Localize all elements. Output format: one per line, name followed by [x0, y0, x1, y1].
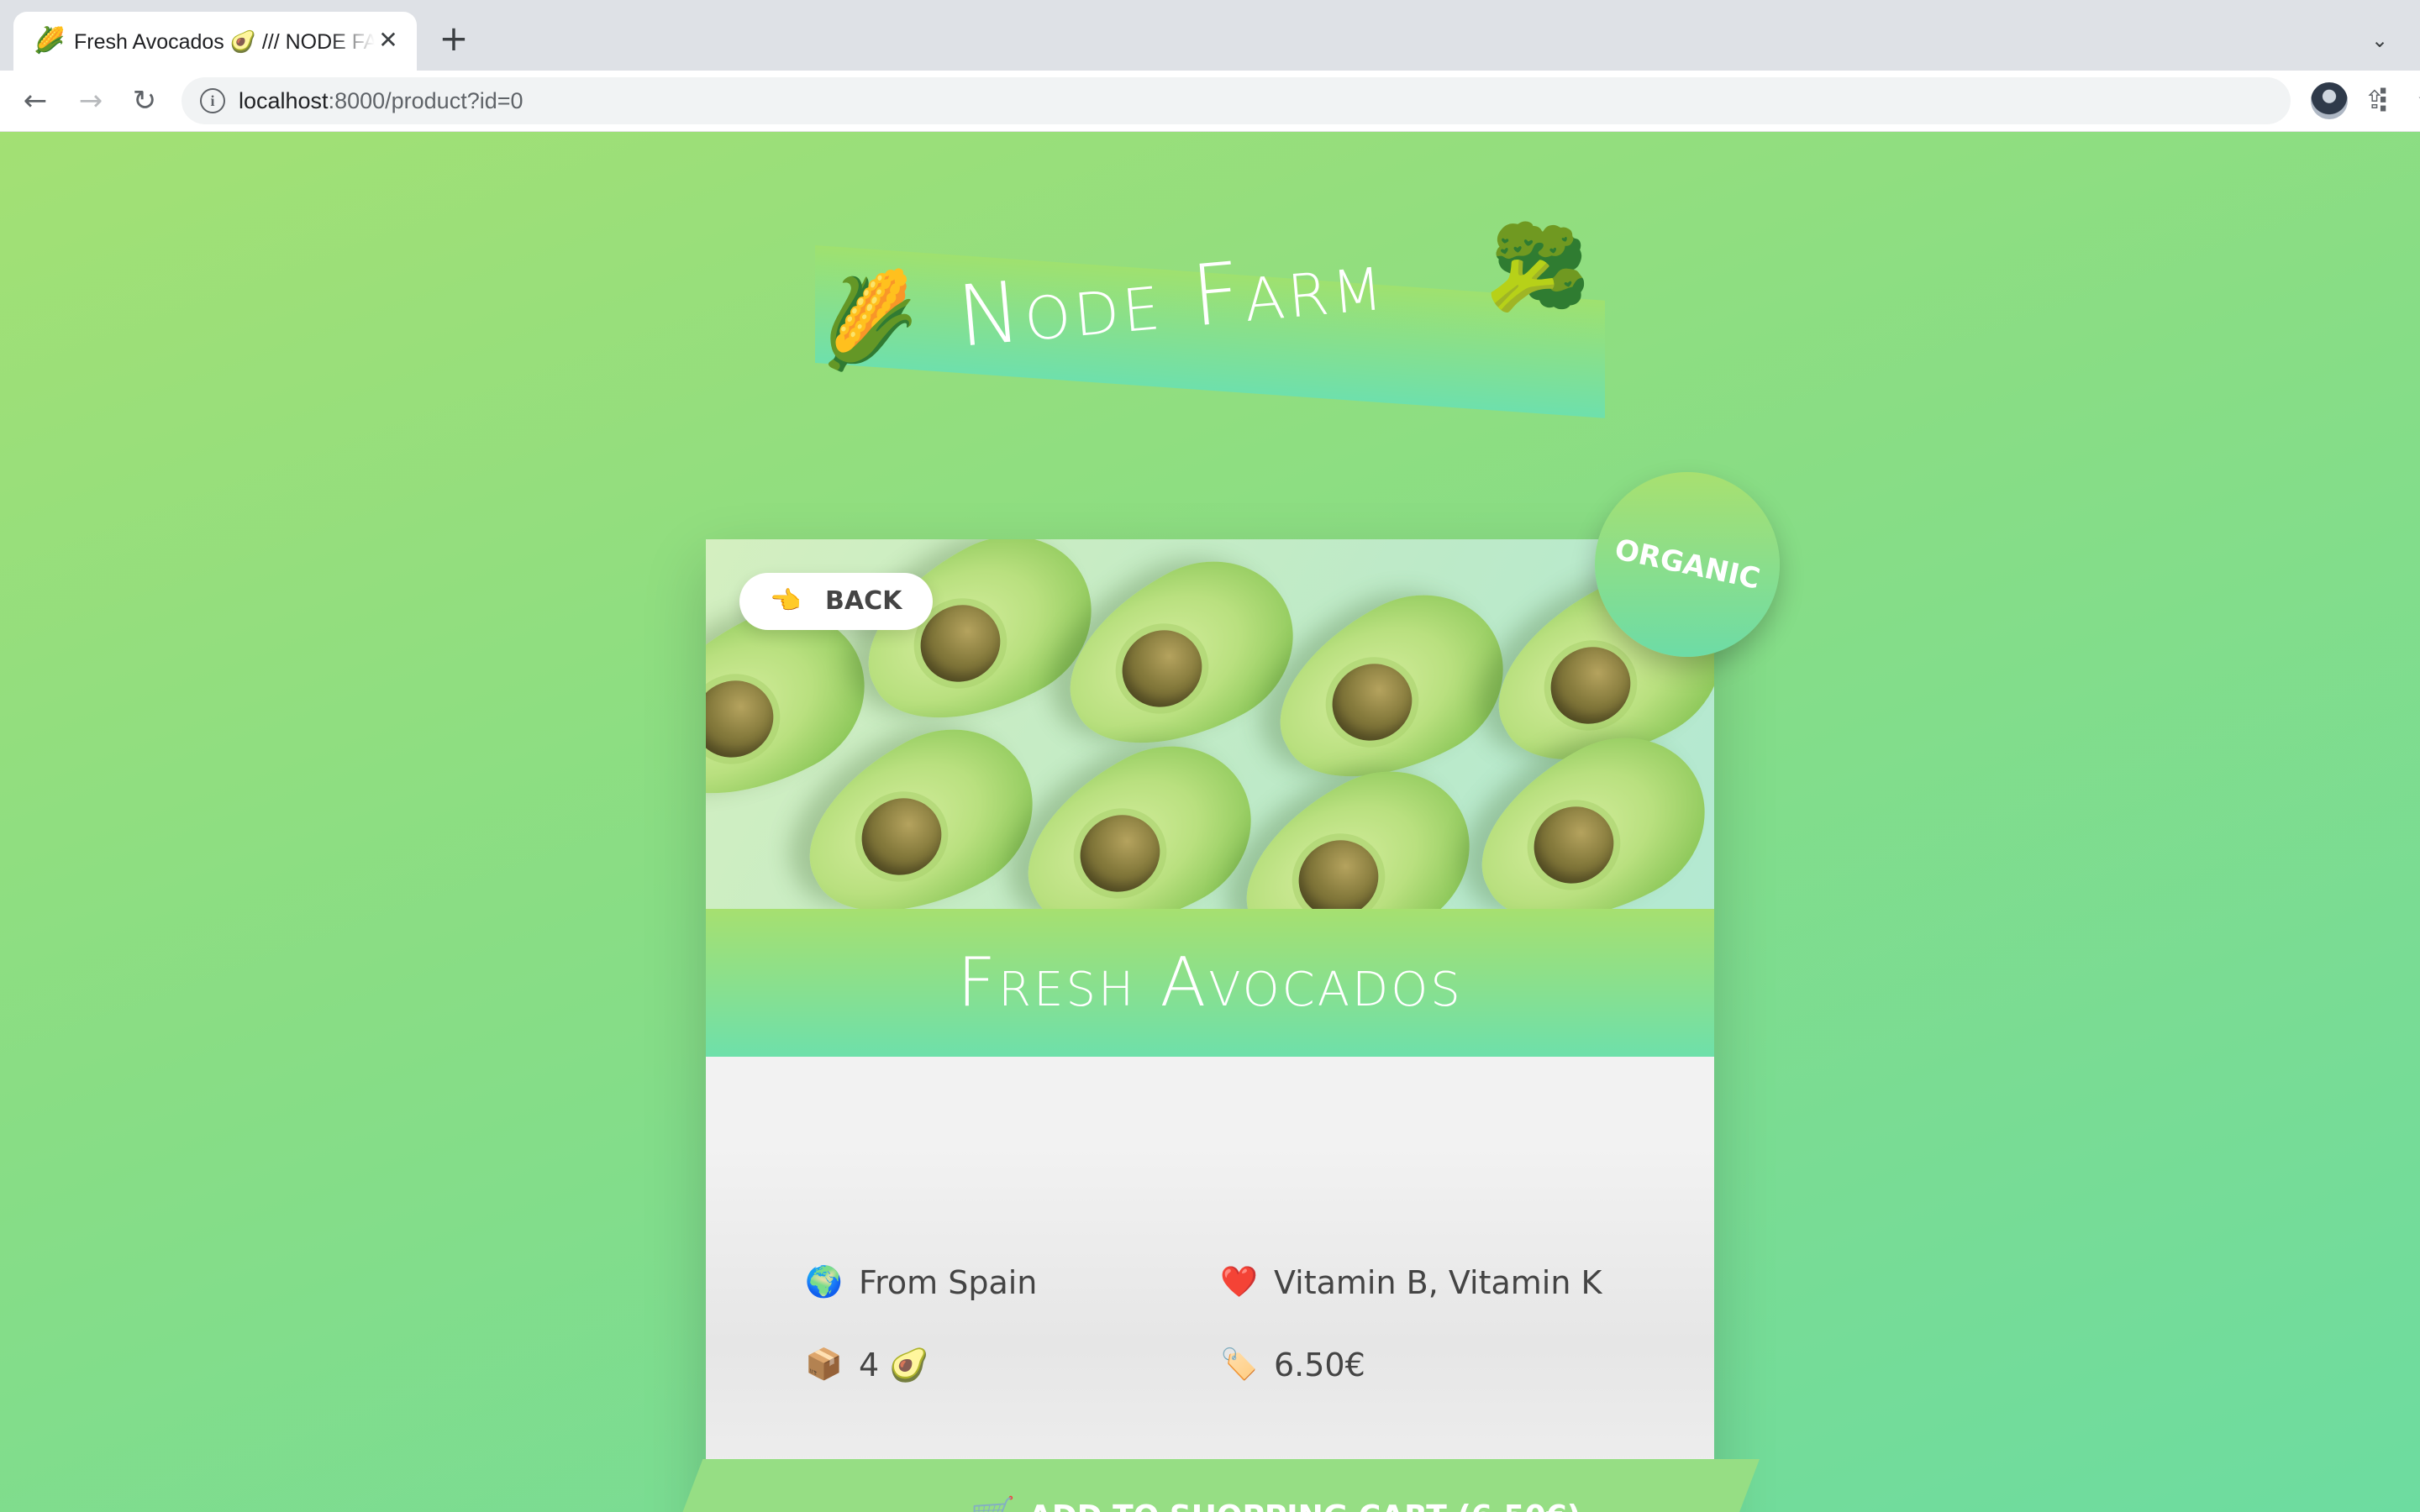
package-icon: 📦: [805, 1347, 843, 1382]
tab-title: Fresh Avocados 🥑 /// NODE FARM: [74, 30, 375, 54]
shopping-cart-icon: 🛒: [970, 1496, 1016, 1512]
pointing-left-icon: 👈: [770, 586, 802, 616]
broccoli-icon: 🥦: [1481, 213, 1599, 327]
detail-origin: 🌍 From Spain: [805, 1259, 1175, 1306]
add-to-cart-label: ADD TO SHOPPING CART (6.50€): [1028, 1498, 1581, 1512]
price-text: 6.50€: [1274, 1347, 1365, 1383]
chevron-down-icon[interactable]: ⌄: [2363, 24, 2396, 57]
kebab-menu-icon[interactable]: ⋮: [2368, 82, 2398, 119]
url-path: :8000/product?id=0: [328, 88, 523, 113]
globe-icon: 🌍: [805, 1265, 843, 1299]
detail-nutrients: ❤️ Vitamin B, Vitamin K: [1220, 1259, 1657, 1306]
back-arrow-icon[interactable]: ←: [17, 82, 54, 119]
back-label: BACK: [825, 586, 902, 616]
corn-icon: 🌽: [807, 263, 928, 378]
new-tab-button[interactable]: +: [434, 20, 474, 60]
browser-tab-active[interactable]: 🌽 Fresh Avocados 🥑 /// NODE FARM ✕: [13, 12, 417, 71]
add-to-cart-button[interactable]: 🛒 ADD TO SHOPPING CART (6.50€): [659, 1459, 1760, 1512]
address-bar[interactable]: i localhost:8000/product?id=0 ⇪ ☆: [182, 77, 2420, 124]
product-title: Fresh Avocados: [957, 943, 1463, 1021]
origin-text: From Spain: [859, 1264, 1038, 1301]
page-viewport: 🌽 Node Farm 🥦 👈 BACK ORGANIC Fresh Avoca…: [0, 132, 2420, 1512]
nutrients-text: Vitamin B, Vitamin K: [1274, 1264, 1602, 1301]
browser-toolbar: ← → ↻ i localhost:8000/product?id=0 ⇪ ☆ …: [0, 71, 2420, 132]
product-card: 👈 BACK ORGANIC Fresh Avocados 🌍 From Spa…: [659, 472, 1780, 1512]
price-tag-icon: 🏷️: [1220, 1347, 1258, 1382]
back-button[interactable]: 👈 BACK: [739, 573, 933, 630]
reload-icon[interactable]: ↻: [126, 82, 163, 119]
site-logo: 🌽 Node Farm 🥦: [808, 214, 1605, 418]
product-title-band: Fresh Avocados: [706, 909, 1714, 1057]
forward-arrow-icon[interactable]: →: [72, 82, 109, 119]
url-host: localhost: [239, 88, 329, 113]
star-icon[interactable]: ☆: [2412, 86, 2420, 116]
url-text[interactable]: localhost:8000/product?id=0: [239, 86, 523, 116]
organic-label: ORGANIC: [1612, 533, 1763, 596]
heart-icon: ❤️: [1220, 1265, 1258, 1299]
corn-favicon-icon: 🌽: [34, 26, 66, 55]
info-icon[interactable]: i: [200, 88, 225, 113]
product-image: 👈 BACK: [706, 539, 1714, 909]
quantity-text: 4 🥑: [859, 1347, 929, 1383]
close-icon[interactable]: ✕: [373, 25, 403, 55]
organic-badge: ORGANIC: [1595, 472, 1780, 657]
profile-avatar[interactable]: [2311, 82, 2348, 119]
detail-price: 🏷️ 6.50€: [1220, 1341, 1590, 1389]
detail-quantity: 📦 4 🥑: [805, 1341, 1175, 1389]
browser-tabstrip: 🌽 Fresh Avocados 🥑 /// NODE FARM ✕ + ⌄: [0, 0, 2420, 71]
